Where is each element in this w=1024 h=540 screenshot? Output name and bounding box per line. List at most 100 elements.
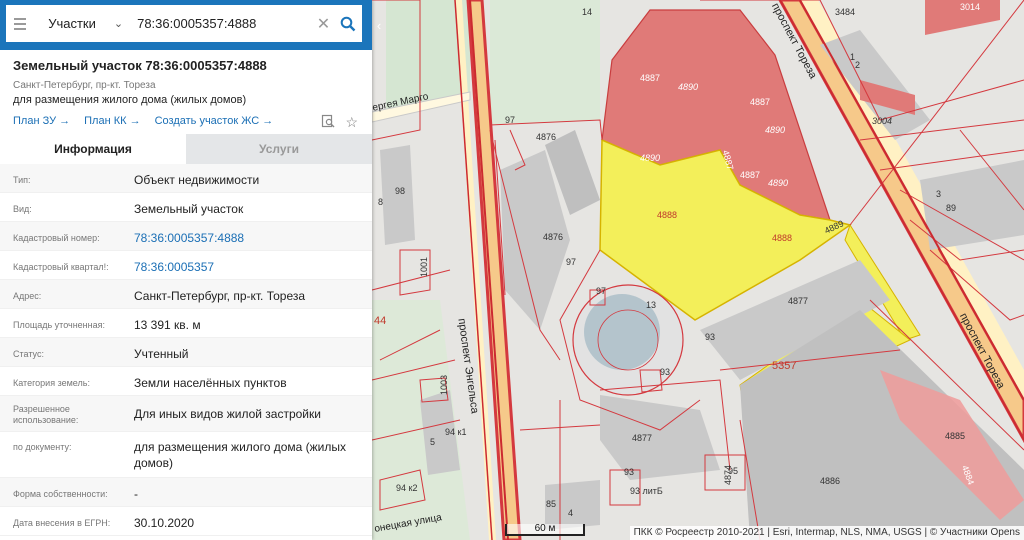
- search-box: Участки ⌄ ✕: [6, 5, 362, 42]
- layer-select[interactable]: Участки ⌄: [34, 5, 129, 42]
- attr-row-land-category: Категория земель: Земли населённых пункт…: [0, 367, 372, 396]
- house-number: 95: [728, 466, 739, 476]
- attr-label: Категория земель:: [13, 378, 90, 388]
- tab-bar: Информация Услуги: [0, 134, 372, 164]
- object-title: Земельный участок 78:36:0005357:4888: [13, 58, 267, 73]
- house-number: 85: [546, 499, 557, 509]
- attr-label: Вид:: [13, 204, 32, 214]
- search-bar: Участки ⌄ ✕: [0, 0, 372, 50]
- parcel-label-1003: 1003: [439, 374, 450, 396]
- house-number: 94 к1: [445, 427, 467, 437]
- attr-row-address: Адрес: Санкт-Петербург, пр-кт. Тореза: [0, 280, 372, 309]
- parcel-label-5357: 5357: [772, 360, 797, 372]
- house-number: 97: [505, 115, 516, 125]
- star-icon[interactable]: ☆: [345, 114, 358, 131]
- plan-links: План ЗУ → План КК → Создать участок ЖС →: [13, 115, 273, 127]
- attr-value: Земли населённых пунктов: [134, 376, 287, 390]
- cadastral-quarter-link[interactable]: 78:36:0005357: [134, 259, 364, 275]
- parcel-label-44: 44: [374, 315, 387, 327]
- action-icons: ☆: [321, 114, 358, 131]
- attr-row-status: Статус: Учтенный: [0, 338, 372, 367]
- attr-row-cadastral-quarter: Кадастровый квартал!: 78:36:0005357: [0, 251, 372, 280]
- attr-label: Адрес:: [13, 291, 42, 301]
- clear-icon[interactable]: ✕: [313, 14, 334, 34]
- house-number: 93: [660, 367, 671, 377]
- house-number: 8: [378, 197, 384, 207]
- house-number: 4: [568, 508, 574, 518]
- parcel-label-3014: 3014: [960, 2, 981, 12]
- attr-row-type: Тип: Объект недвижимости: [0, 164, 372, 193]
- attributes-table: Тип: Объект недвижимости Вид: Земельный …: [0, 164, 372, 536]
- house-number: 93 литБ: [630, 486, 663, 496]
- house-number: 97: [566, 257, 577, 267]
- house-number: 5: [430, 437, 436, 447]
- chevron-down-icon: ⌄: [113, 18, 124, 30]
- parcel-label-4887: 4887: [750, 97, 771, 107]
- parcel-label-4887: 4887: [640, 73, 661, 83]
- create-parcel-link[interactable]: Создать участок ЖС →: [155, 115, 274, 127]
- tab-information[interactable]: Информация: [0, 134, 186, 164]
- cadastral-number-link[interactable]: 78:36:0005357:4888: [134, 230, 364, 246]
- search-document-icon[interactable]: [321, 114, 335, 131]
- attr-value: 13 391 кв. м: [134, 318, 201, 332]
- house-number: 98: [395, 186, 406, 196]
- attr-label: Статус:: [13, 349, 44, 359]
- parcel-label-4888: 4888: [657, 210, 678, 220]
- house-number: 93: [624, 467, 635, 477]
- parcel-label-3004: 3004: [872, 116, 893, 126]
- attr-label: Кадастровый номер:: [13, 233, 100, 243]
- parcel-label-14: 14: [582, 7, 593, 17]
- attr-label: Разрешенное использование:: [13, 404, 79, 425]
- parcel-label-4886: 4886: [820, 476, 841, 486]
- parcel-label-4890: 4890: [640, 153, 661, 163]
- chevron-left-icon: ‹: [376, 17, 382, 33]
- attr-value: Для иных видов жилой застройки: [134, 407, 321, 421]
- parcel-label-4890: 4890: [768, 178, 789, 188]
- parcel-label-4890: 4890: [678, 82, 699, 92]
- house-number: 3: [936, 189, 942, 199]
- parcel-label-4888: 4888: [772, 233, 793, 243]
- attr-row-area: Площадь уточненная: 13 391 кв. м: [0, 309, 372, 338]
- attr-row-ownership: Форма собственности: -: [0, 478, 372, 507]
- map-scale: 60 м: [505, 524, 585, 536]
- search-input[interactable]: [129, 5, 314, 42]
- object-purpose: для размещения жилого дома (жилых домов): [13, 94, 247, 106]
- attr-label: Тип:: [13, 175, 31, 185]
- attr-label: Кадастровый квартал!:: [13, 262, 109, 272]
- attr-label: Форма собственности:: [13, 489, 108, 499]
- parcel-label-13: 13: [646, 300, 657, 310]
- attr-value: -: [134, 487, 138, 501]
- attr-row-cadastral-number: Кадастровый номер: 78:36:0005357:4888: [0, 222, 372, 251]
- search-icon[interactable]: [334, 5, 362, 42]
- attr-value: 30.10.2020: [134, 516, 195, 530]
- plan-zu-link[interactable]: План ЗУ →: [13, 115, 70, 127]
- attr-value: Санкт-Петербург, пр-кт. Тореза: [134, 289, 306, 303]
- attr-value: Земельный участок: [134, 202, 244, 216]
- info-panel: Участки ⌄ ✕ Земельный участок 78:36:0005…: [0, 0, 372, 540]
- house-number: 2: [855, 60, 861, 70]
- attr-value: Учтенный: [134, 347, 189, 361]
- parcel-label-4877: 4877: [788, 296, 809, 306]
- parcel-label-4877: 4877: [632, 433, 653, 443]
- parcel-label-4890: 4890: [765, 125, 786, 135]
- parcel-label-4885: 4885: [945, 431, 966, 441]
- tab-services[interactable]: Услуги: [186, 134, 372, 164]
- app-window: 4887 4890 4887 4890 4890 4887 4887 4890 …: [0, 0, 1024, 540]
- attr-value: для размещения жилого дома (жилых домов): [134, 440, 346, 470]
- attr-row-kind: Вид: Земельный участок: [0, 193, 372, 222]
- house-number: 89: [946, 203, 957, 213]
- collapse-panel-button[interactable]: ‹: [372, 0, 386, 50]
- house-number: 94 к2: [396, 483, 418, 493]
- parcel-label-4876: 4876: [543, 232, 564, 242]
- parcel-label-3484: 3484: [835, 7, 856, 17]
- attr-row-registry-date: Дата внесения в ЕГРН: 30.10.2020: [0, 507, 372, 536]
- house-number: 97: [596, 286, 607, 296]
- object-address: Санкт-Петербург, пр-кт. Тореза: [13, 80, 156, 91]
- house-number: 93: [705, 332, 716, 342]
- attr-row-by-document: по документу: для размещения жилого дома…: [0, 432, 372, 478]
- parcel-label-1001: 1001: [419, 256, 430, 278]
- plan-kk-link[interactable]: План КК →: [84, 115, 140, 127]
- attr-value: Объект недвижимости: [134, 173, 260, 187]
- menu-icon[interactable]: [6, 5, 34, 42]
- map-attribution: ПКК © Росреестр 2010-2021 | Esri, Interm…: [629, 526, 1024, 540]
